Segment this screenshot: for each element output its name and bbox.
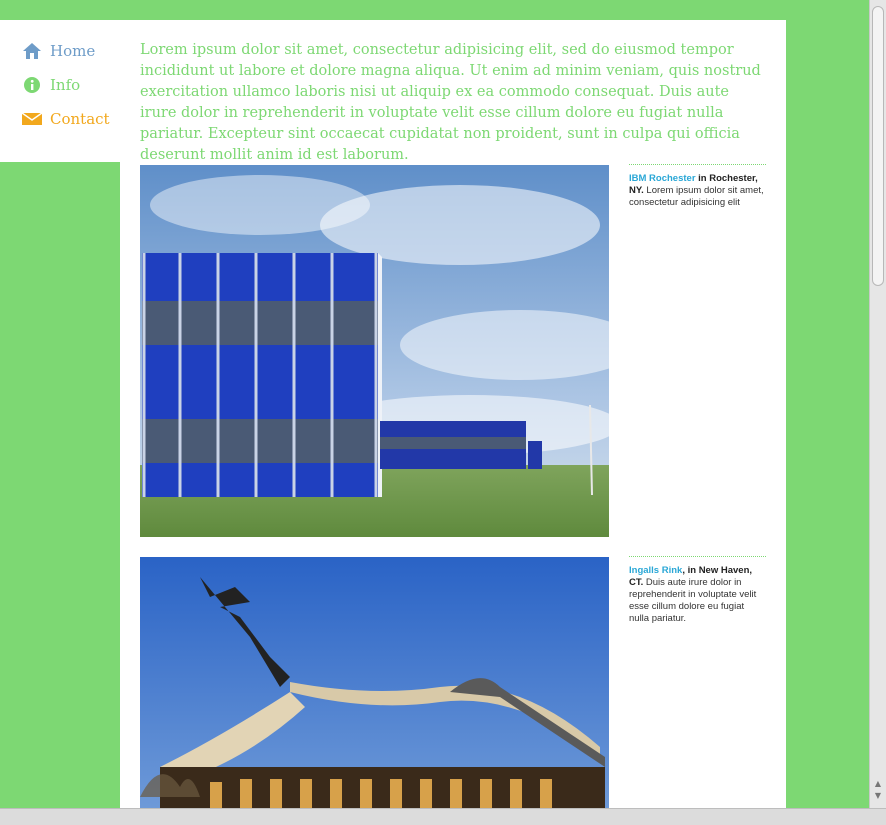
- nav-label-contact: Contact: [50, 110, 110, 128]
- ibm-rochester-text: Lorem ipsum dolor sit amet, consectetur …: [629, 185, 764, 208]
- info-icon: [22, 75, 42, 95]
- ingalls-rink-link[interactable]: Ingalls Rink: [629, 565, 682, 576]
- intro-paragraph: Lorem ipsum dolor sit amet, consectetur …: [140, 42, 761, 163]
- mail-icon: [21, 109, 43, 129]
- ibm-rochester-photo: [140, 165, 609, 537]
- scroll-thumb[interactable]: [872, 6, 884, 286]
- scroll-down-arrow-icon[interactable]: ▼: [873, 791, 883, 801]
- caption-ingalls-rink: Ingalls Rink, in New Haven, CT. Duis aut…: [629, 556, 766, 625]
- top-strip: [0, 0, 870, 20]
- vertical-scrollbar[interactable]: ▲ ▼: [869, 0, 886, 808]
- nav-item-home[interactable]: Home: [22, 40, 95, 62]
- scroll-up-arrow-icon[interactable]: ▲: [873, 779, 883, 789]
- ingalls-rink-photo: [140, 557, 609, 810]
- ibm-rochester-link[interactable]: IBM Rochester: [629, 173, 696, 184]
- nav-label-info: Info: [50, 76, 81, 94]
- nav-item-info[interactable]: Info: [22, 74, 80, 96]
- ingalls-rink-text: Duis aute irure dolor in reprehenderit i…: [629, 577, 757, 624]
- caption-ibm-rochester: IBM Rochester in Rochester, NY. Lorem ip…: [629, 164, 766, 209]
- nav-item-contact[interactable]: Contact: [21, 108, 110, 130]
- nav-label-home: Home: [50, 42, 96, 60]
- home-icon: [22, 41, 42, 61]
- status-bar: [0, 808, 886, 825]
